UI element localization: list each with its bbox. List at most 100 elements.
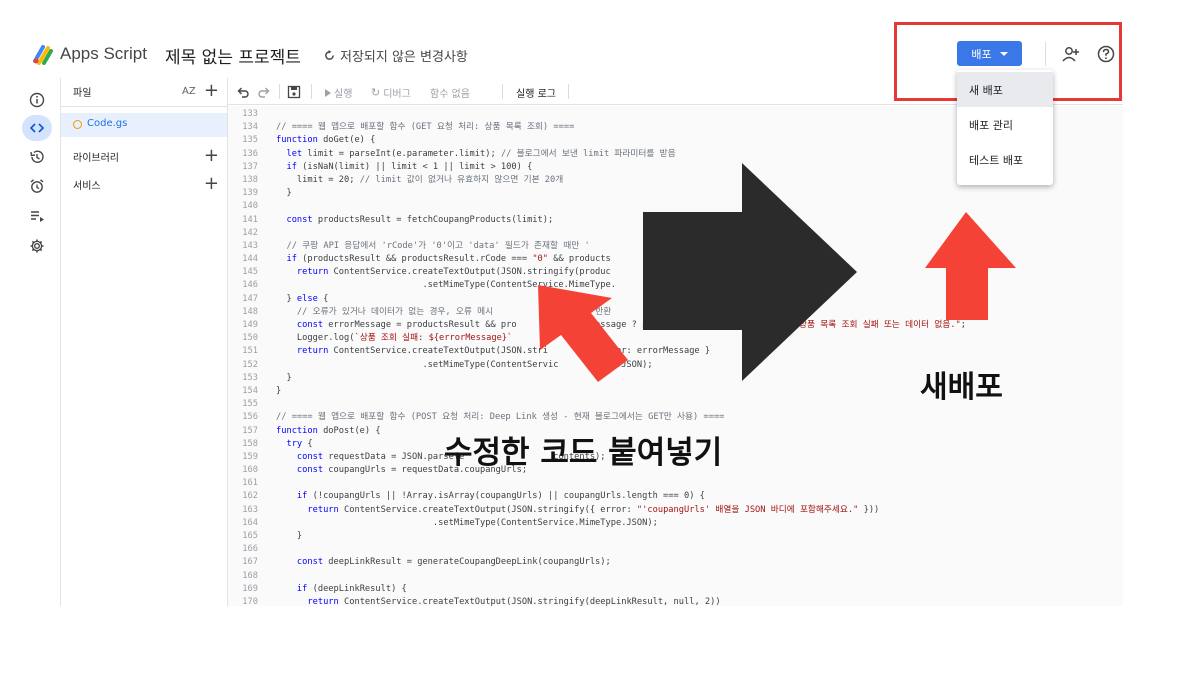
rail-settings[interactable] (22, 233, 52, 259)
save-icon[interactable] (287, 85, 301, 99)
menu-item-new-deploy[interactable]: 새 배포 (957, 72, 1053, 107)
line-number: 168 (242, 570, 258, 581)
gear-icon (30, 239, 44, 253)
files-label: 파일 (73, 87, 92, 99)
sort-az-icon[interactable]: AZ (182, 86, 196, 97)
undo-icon[interactable] (236, 85, 250, 99)
code-text: return ContentService.createTextOutput(J… (296, 267, 611, 278)
code-line[interactable]: 139 } (228, 187, 1123, 200)
code-text: let limit = parseInt(e.parameter.limit);… (286, 148, 676, 159)
code-text: if (!coupangUrls || !Array.isArray(coupa… (296, 491, 705, 502)
code-text: limit = 20; // limit 값이 없거나 유효하지 않으면 기본 … (276, 174, 564, 185)
code-text: // 쿠팡 API 응답에서 'rCode'가 '0'이고 'data' 필드가… (276, 240, 590, 251)
code-text: } (276, 531, 303, 541)
line-number: 157 (242, 425, 258, 436)
unsaved-status: 저장되지 않은 변경사항 (324, 46, 468, 65)
code-text: if (deepLinkResult) { (296, 583, 407, 594)
line-number: 142 (242, 227, 258, 238)
services-row: 서비스 + (61, 171, 227, 197)
sync-icon (325, 50, 334, 60)
code-text: function doPost(e) { (276, 425, 381, 436)
rail-history[interactable] (22, 144, 52, 170)
line-number: 169 (242, 583, 258, 594)
line-number: 166 (242, 544, 258, 555)
line-number: 161 (242, 478, 258, 489)
rail-triggers[interactable] (22, 173, 52, 199)
history-icon (30, 150, 44, 163)
code-line[interactable]: 162 if (!coupangUrls || !Array.isArray(c… (228, 490, 1123, 503)
code-line[interactable]: 169 if (deepLinkResult) { (228, 583, 1123, 596)
code-line[interactable]: 145 return ContentService.createTextOutp… (228, 266, 1123, 279)
code-line[interactable]: 150 Logger.log(`상품 조회 실패: ${errorMessage… (228, 332, 1123, 345)
line-number: 151 (242, 346, 258, 357)
info-icon (29, 92, 45, 108)
code-text: return ContentService.createTextOutput(J… (307, 504, 880, 515)
code-line[interactable]: 146 .setMimeType(ContentService.MimeType… (228, 279, 1123, 292)
app-name: Apps Script (60, 44, 147, 63)
line-number: 156 (242, 412, 258, 423)
code-text: .setMimeType(ContentServic ype.JSON); (276, 359, 653, 370)
code-line[interactable]: 156 // ==== 웹 앱으로 배포할 함수 (POST 요청 처리: Dee… (228, 411, 1123, 424)
line-number: 162 (242, 491, 258, 502)
execution-log-button[interactable]: 실행 로그 (516, 85, 556, 100)
code-line[interactable]: 163 return ContentService.createTextOutp… (228, 504, 1123, 517)
line-number: 158 (242, 438, 258, 449)
function-select[interactable]: 함수 없음 (430, 85, 470, 100)
project-title[interactable]: 제목 없는 프로젝트 (165, 43, 301, 68)
execution-log-label: 실행 로그 (516, 89, 556, 100)
rail-executions[interactable] (22, 203, 52, 229)
add-service-icon[interactable]: + (204, 175, 219, 193)
code-text: .setMimeType(ContentService.MimeType. (276, 280, 616, 291)
debug-button[interactable]: ↻ 디버그 (371, 85, 411, 100)
paste-code-annotation: 수정한 코드 붙여넣기 (444, 435, 723, 471)
rail-editor[interactable] (22, 115, 52, 141)
code-line[interactable]: 147 } else { (228, 293, 1123, 306)
run-button[interactable]: 실행 (325, 85, 352, 100)
line-number: 170 (242, 596, 258, 606)
code-text: // 오류가 있거나 데이터가 없는 경우, 오류 메시 여 반환 (276, 306, 612, 317)
line-number: 164 (242, 517, 258, 528)
file-item-code-gs[interactable]: Code.gs (61, 113, 227, 137)
toolbar-divider (279, 84, 280, 99)
code-line[interactable]: 142 (228, 227, 1123, 240)
code-text: const deepLinkResult = generateCoupangDe… (296, 557, 611, 568)
menu-item-test-deploy[interactable]: 테스트 배포 (957, 142, 1053, 177)
line-number: 141 (242, 214, 258, 225)
code-line[interactable]: 144 if (productsResult && productsResult… (228, 253, 1123, 266)
menu-item-manage-deploy[interactable]: 배포 관리 (957, 107, 1053, 142)
line-number: 138 (242, 174, 258, 185)
code-line[interactable]: 170 return ContentService.createTextOutp… (228, 596, 1123, 606)
line-number: 154 (242, 385, 258, 396)
code-line[interactable]: 165 } (228, 530, 1123, 543)
code-line[interactable]: 148 // 오류가 있거나 데이터가 없는 경우, 오류 메시 여 반환 (228, 306, 1123, 319)
add-file-icon[interactable]: + (204, 82, 219, 100)
code-line[interactable]: 167 const deepLinkResult = generateCoupa… (228, 556, 1123, 569)
rail-overview[interactable] (22, 87, 52, 113)
code-text: } else { (276, 293, 329, 304)
code-line[interactable]: 141 const productsResult = fetchCoupangP… (228, 214, 1123, 227)
code-line[interactable]: 149 const errorMessage = productsResult … (228, 319, 1123, 332)
play-icon (325, 88, 331, 97)
file-name: Code.gs (87, 118, 128, 129)
code-line[interactable]: 166 (228, 543, 1123, 556)
line-number: 139 (242, 188, 258, 199)
redo-icon[interactable] (257, 85, 271, 99)
code-line[interactable]: 161 (228, 477, 1123, 490)
code-line[interactable]: 168 (228, 570, 1123, 583)
line-number: 147 (242, 293, 258, 304)
list-play-icon (31, 211, 44, 222)
code-line[interactable]: 140 (228, 200, 1123, 213)
code-text: if (isNaN(limit) || limit < 1 || limit >… (286, 161, 533, 172)
add-library-icon[interactable]: + (204, 147, 219, 165)
code-text: return ContentService.createTextOutput(J… (307, 596, 721, 606)
code-line[interactable]: 164 .setMimeType(ContentService.MimeType… (228, 517, 1123, 530)
code-text: if (productsResult && productsResult.rCo… (286, 254, 611, 265)
left-rail (22, 85, 56, 605)
code-line[interactable]: 143 // 쿠팡 API 응답에서 'rCode'가 '0'이고 'data'… (228, 240, 1123, 253)
debug-icon: ↻ (371, 86, 381, 99)
code-line[interactable]: 151 return ContentService.createTextOutp… (228, 345, 1123, 358)
debug-label: 디버그 (383, 89, 411, 100)
line-number: 150 (242, 333, 258, 344)
code-text: Logger.log(`상품 조회 실패: ${errorMessage}` (276, 333, 513, 344)
unsaved-label: 저장되지 않은 변경사항 (340, 50, 468, 65)
